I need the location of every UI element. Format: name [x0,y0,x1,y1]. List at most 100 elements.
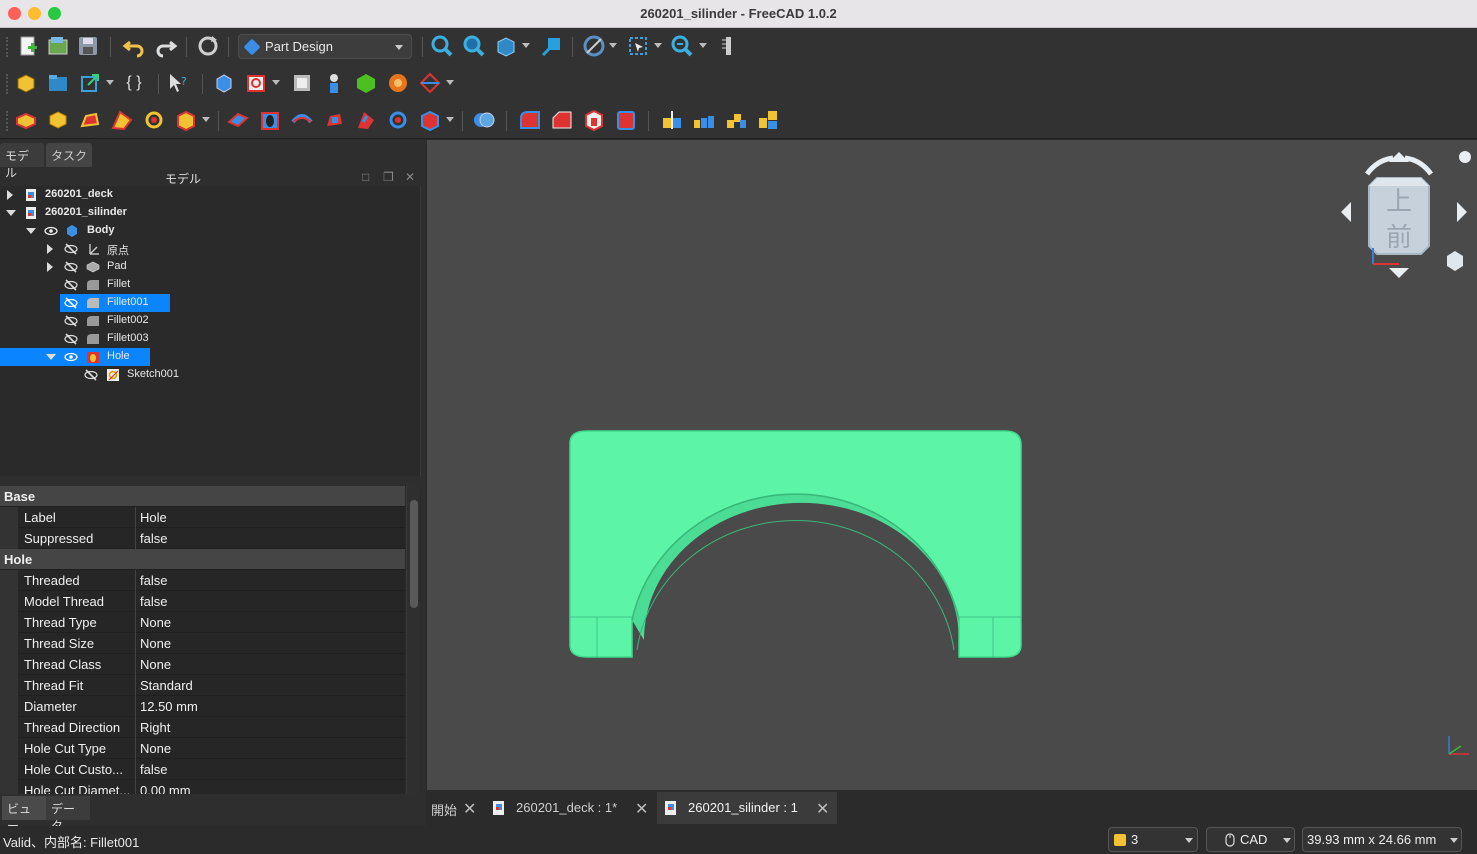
chevron-down-icon[interactable] [446,80,454,85]
tree-item-pad[interactable]: Pad [0,258,421,276]
chevron-down-icon[interactable] [26,228,36,234]
chevron-down-icon[interactable] [699,43,707,48]
close-icon[interactable]: ✕ [405,171,417,183]
layer-selector[interactable]: 3 [1108,827,1198,852]
fit-selection-icon[interactable] [462,34,486,58]
rotate-left-icon[interactable] [1364,155,1394,176]
hidden-eye-icon[interactable] [64,278,78,292]
scrollbar-thumb[interactable] [410,500,418,608]
property-row[interactable]: Hole Cut Custo... false [0,759,405,780]
view-menu-cube-icon[interactable] [1447,251,1463,271]
pocket-icon[interactable] [226,108,250,132]
close-icon[interactable]: ✕ [816,799,829,819]
shape-binder-icon[interactable] [322,71,346,95]
chevron-right-icon[interactable] [47,244,53,254]
validate-sketch-icon[interactable] [290,71,314,95]
chevron-down-icon[interactable] [272,80,280,85]
additive-pipe-icon[interactable] [110,108,134,132]
selection-filter-icon[interactable] [626,34,650,58]
tab-260201-silinder[interactable]: 260201_silinder : 1 ✕ [657,792,837,824]
model-render[interactable] [427,140,1477,790]
whats-this-icon[interactable]: ? [166,71,190,95]
eye-icon[interactable] [44,224,58,238]
new-file-icon[interactable] [16,34,40,58]
toolbar-grip[interactable] [6,37,10,57]
tree-item-fillet002[interactable]: Fillet002 [0,312,421,330]
hidden-eye-icon[interactable] [64,260,78,274]
property-row[interactable]: Model Thread false [0,591,405,612]
workbench-selector[interactable]: Part Design [238,34,412,59]
tab-start[interactable]: 開始 ✕ [427,792,481,824]
tree-item-fillet003[interactable]: Fillet003 [0,330,421,348]
save-file-icon[interactable] [76,34,100,58]
property-row[interactable]: Label Hole [0,507,405,528]
property-row[interactable]: Thread Type None [0,612,405,633]
subshape-binder-icon[interactable] [354,71,378,95]
tree-item-origin[interactable]: 原点 [0,240,421,258]
additive-helix-icon[interactable] [142,108,166,132]
close-icon[interactable]: ✕ [635,799,648,819]
chevron-down-icon[interactable] [46,354,56,360]
tree-item-sketch001[interactable]: Sketch001 [0,366,421,384]
multi-transform-icon[interactable] [756,108,780,132]
chevron-down-icon[interactable] [609,43,617,48]
property-row[interactable]: Thread Class None [0,654,405,675]
create-link-icon[interactable] [78,71,102,95]
toolbar-grip[interactable] [6,111,10,131]
hidden-eye-icon[interactable] [64,242,78,256]
panel-splitter[interactable] [0,476,421,486]
navigation-cube[interactable]: 上 前 [1337,144,1477,284]
mirrored-icon[interactable] [660,108,684,132]
open-file-icon[interactable] [46,34,70,58]
subtractive-primitive-icon[interactable] [418,108,442,132]
chevron-down-icon[interactable] [202,117,210,122]
fit-all-icon[interactable] [430,34,454,58]
draw-style-icon[interactable] [582,34,606,58]
additive-loft-icon[interactable] [78,108,102,132]
navigation-style-selector[interactable]: CAD [1206,827,1295,852]
draft-icon[interactable] [582,108,606,132]
tab-model[interactable]: モデル [0,143,44,180]
tree-item-fillet001[interactable]: Fillet001 [0,294,421,312]
arrow-left-icon[interactable] [1341,202,1351,222]
toolbar-grip[interactable] [6,74,10,94]
create-group-icon[interactable] [46,71,70,95]
property-group-hole[interactable]: Hole [0,549,405,570]
fillet-icon[interactable] [518,108,542,132]
property-row[interactable]: Thread Size None [0,633,405,654]
redo-icon[interactable] [154,34,178,58]
groove-icon[interactable] [290,108,314,132]
undo-icon[interactable] [122,34,146,58]
additive-primitive-icon[interactable] [174,108,198,132]
datum-plane-icon[interactable] [418,71,442,95]
chevron-right-icon[interactable] [7,190,13,200]
property-scrollbar[interactable] [406,486,420,794]
eye-icon[interactable] [64,350,78,364]
chevron-down-icon[interactable] [106,80,114,85]
boolean-icon[interactable] [472,108,496,132]
thickness-icon[interactable] [614,108,638,132]
navcube-face-top[interactable]: 上 [1386,187,1412,217]
property-row[interactable]: Suppressed false [0,528,405,549]
float-icon[interactable]: ❐ [383,171,395,183]
view-isometric-icon[interactable] [494,34,518,58]
menu-dot-icon[interactable] [1459,151,1471,163]
property-row[interactable]: Thread Fit Standard [0,675,405,696]
navcube-face-front[interactable]: 前 [1386,223,1412,253]
polar-pattern-icon[interactable] [724,108,748,132]
refresh-icon[interactable] [196,34,220,58]
tree-item-260201-deck[interactable]: 260201_deck [0,186,421,204]
chevron-down-icon[interactable] [522,43,530,48]
measure-icon[interactable] [716,34,740,58]
tab-data[interactable]: データ [46,796,90,833]
tree-item-body[interactable]: Body [0,222,421,240]
create-part-icon[interactable] [14,71,38,95]
chevron-down-icon[interactable] [6,210,16,216]
property-row[interactable]: Thread Direction Right [0,717,405,738]
collapse-icon[interactable]: □ [362,171,374,183]
revolution-icon[interactable] [46,108,70,132]
chevron-right-icon[interactable] [47,262,53,272]
arrow-right-icon[interactable] [1457,202,1467,222]
property-row[interactable]: Hole Cut Diamet... 0.00 mm [0,780,405,794]
property-row[interactable]: Hole Cut Type None [0,738,405,759]
